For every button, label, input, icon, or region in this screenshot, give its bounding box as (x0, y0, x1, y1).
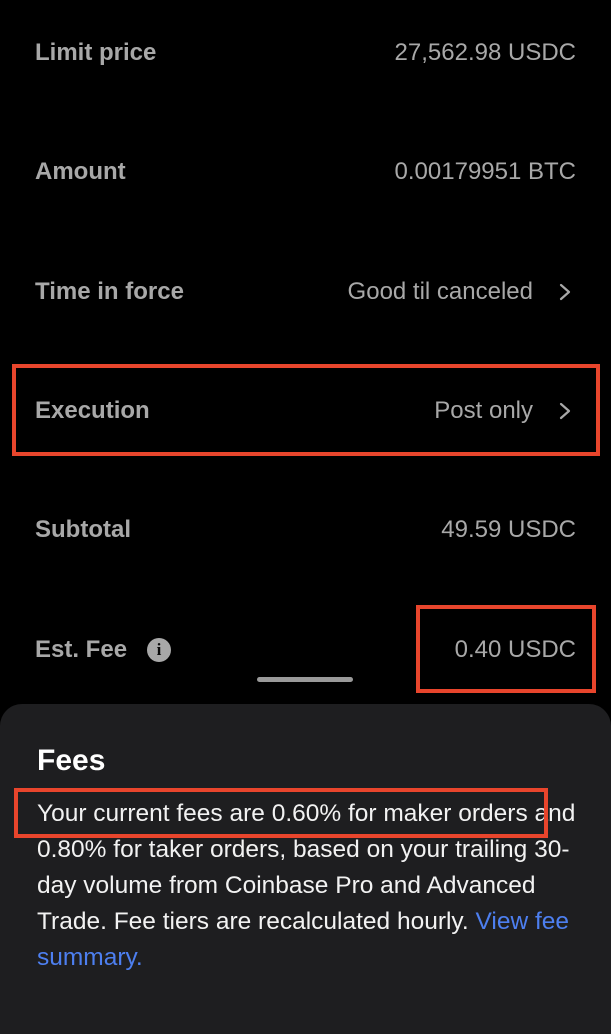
info-icon[interactable]: i (147, 638, 172, 662)
limit-price-value: 27,562.98 USDC (394, 39, 576, 66)
sheet-title: Fees (37, 744, 106, 777)
subtotal-label: Subtotal (35, 516, 131, 543)
time-in-force-row[interactable]: Time in force Good til canceled (0, 262, 611, 322)
est-fee-label-wrap: Est. Fee i (35, 636, 172, 664)
subtotal-value: 49.59 USDC (441, 516, 576, 543)
subtotal-row: Subtotal 49.59 USDC (0, 500, 611, 560)
time-in-force-label: Time in force (35, 278, 184, 305)
amount-row: Amount 0.00179951 BTC (0, 142, 611, 202)
amount-value: 0.00179951 BTC (394, 158, 576, 185)
limit-price-row: Limit price 27,562.98 USDC (0, 23, 611, 83)
amount-label: Amount (35, 158, 126, 185)
limit-price-label: Limit price (35, 39, 157, 66)
chevron-right-icon (559, 281, 571, 303)
fee-highlight-box (416, 605, 596, 693)
time-in-force-value: Good til canceled (347, 278, 533, 305)
maker-fee-highlight-box (14, 788, 548, 838)
execution-highlight-box (12, 364, 600, 456)
sheet-drag-handle[interactable] (257, 677, 353, 682)
time-in-force-value-wrap: Good til canceled (348, 278, 571, 306)
est-fee-label: Est. Fee (35, 636, 128, 663)
